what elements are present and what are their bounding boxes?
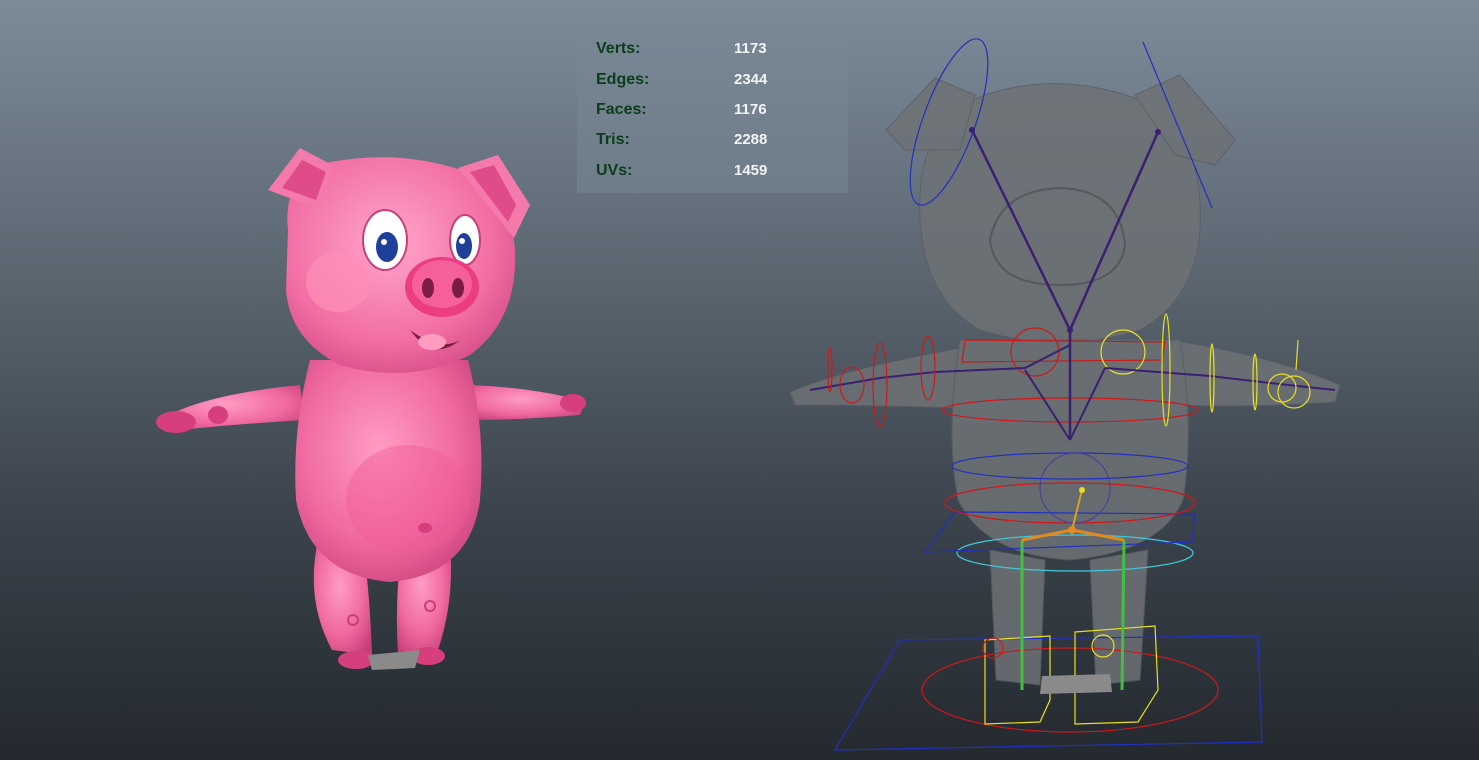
hud-value: 2344 — [734, 71, 768, 88]
poly-count-hud: Verts: 1173 Edges: 2344 Faces: 1176 Tris… — [577, 40, 848, 193]
hud-value: 1176 — [734, 101, 767, 118]
hud-row-verts: Verts: 1173 — [577, 40, 848, 70]
hud-row-faces: Faces: 1176 — [577, 101, 848, 131]
hud-value: 1459 — [734, 162, 768, 179]
hud-label: Faces: — [596, 101, 647, 118]
hud-value: 2288 — [734, 131, 768, 148]
hud-label: Tris: — [596, 131, 630, 148]
hud-row-tris: Tris: 2288 — [577, 131, 848, 161]
hud-label: UVs: — [596, 162, 633, 179]
hud-row-edges: Edges: 2344 — [577, 71, 848, 101]
3d-viewport[interactable]: Verts: 1173 Edges: 2344 Faces: 1176 Tris… — [0, 0, 1479, 760]
hud-label: Verts: — [596, 40, 641, 57]
hud-label: Edges: — [596, 71, 650, 88]
hud-value: 1173 — [734, 40, 767, 57]
hud-row-uvs: UVs: 1459 — [577, 162, 848, 192]
